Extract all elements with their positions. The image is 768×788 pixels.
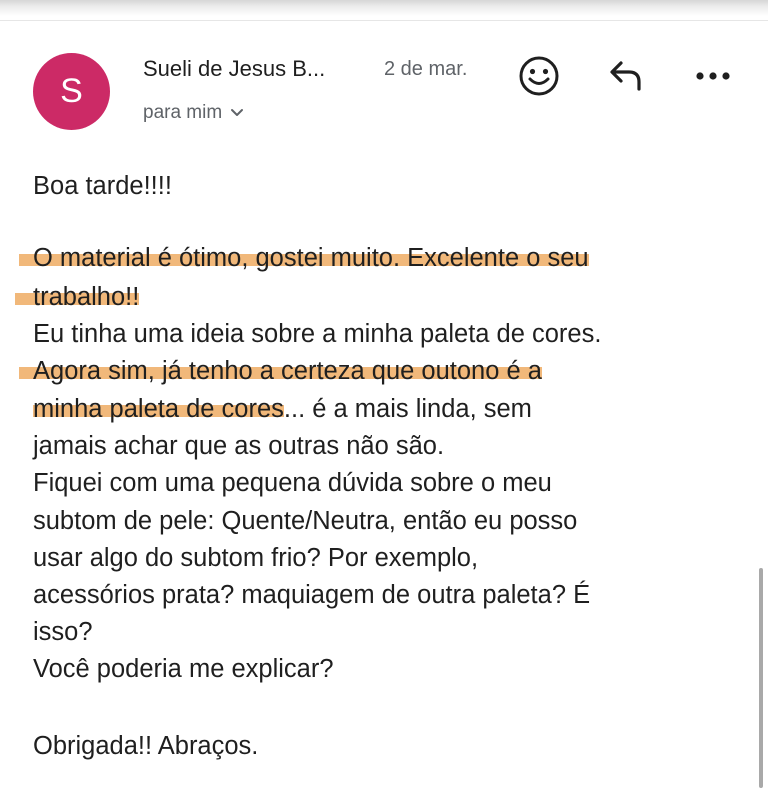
highlighted-text: Agora sim, já tenho a certeza que outono… [19,357,542,385]
body-line: Você poderia me explicar? [33,655,334,683]
body-line: O material é ótimo, gostei muito. Excele… [19,240,589,276]
highlighted-text: minha paleta de cores [33,395,284,423]
highlighted-text: trabalho!! [15,283,140,311]
body-text: ... é a mais linda, sem [283,395,532,423]
body-line: Agora sim, já tenho a certeza que outono… [19,353,542,389]
body-line: subtom de pele: Quente/Neutra, então eu … [33,507,578,535]
greeting: Boa tarde!!!! [33,172,172,200]
body-line: trabalho!! [15,279,140,315]
email-body: Boa tarde!!!! O material é ótimo, gostei… [0,0,768,788]
body-line: usar algo do subtom frio? Por exemplo, [33,544,479,572]
body-line: acessórios prata? maquiagem de outra pal… [33,581,591,609]
body-line: minha paleta de cores... é a mais linda,… [33,391,532,427]
body-line: Eu tinha uma ideia sobre a minha paleta … [33,320,602,348]
closing: Obrigada!! Abraços. [33,732,259,760]
scrollbar[interactable] [759,568,763,788]
body-line: isso? [33,618,93,646]
body-line: Fiquei com uma pequena dúvida sobre o me… [33,469,552,497]
highlighted-text: O material é ótimo, gostei muito. Excele… [19,244,589,272]
body-line: jamais achar que as outras não são. [33,432,445,460]
